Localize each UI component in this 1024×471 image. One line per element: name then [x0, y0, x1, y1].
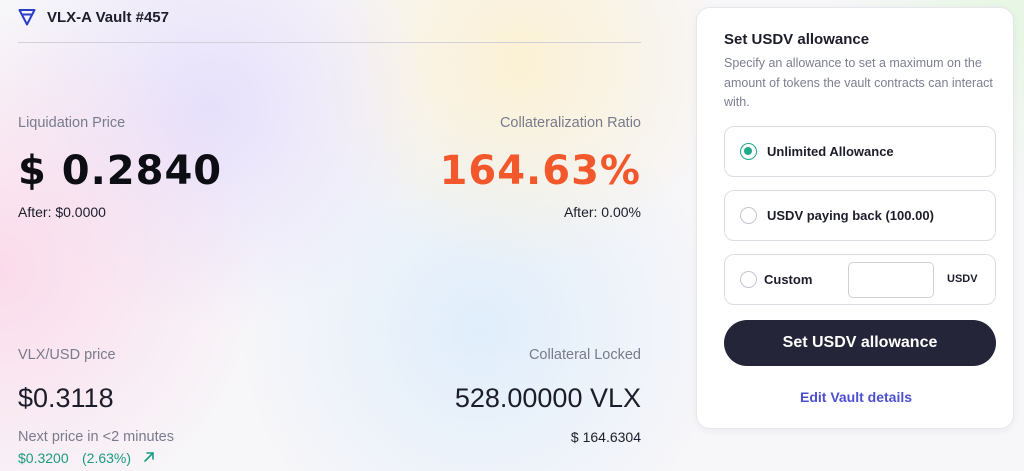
next-price-value: $0.3200: [18, 450, 69, 466]
option-custom[interactable]: Custom USDV: [724, 254, 996, 305]
collateralization-ratio-after: After: 0.00%: [563, 204, 641, 220]
next-price-label: Next price in <2 minutes: [18, 429, 174, 445]
radio-unlimited-allowance[interactable]: [740, 143, 757, 160]
next-price-change: (2.63%): [82, 450, 132, 466]
option-label: USDV paying back (100.00): [767, 208, 934, 223]
collateral-locked-label: Collateral Locked: [528, 347, 641, 363]
velas-triangle-logo-icon: [18, 9, 36, 26]
liquidation-price-label: Liquidation Price: [18, 115, 126, 131]
allowance-panel: Set USDV allowance Specify an allowance …: [696, 7, 1014, 429]
option-usdv-paying-back[interactable]: USDV paying back (100.00): [724, 190, 996, 241]
collateralization-ratio-label: Collateralization Ratio: [499, 115, 641, 131]
custom-unit-label: USDV: [947, 273, 978, 285]
vault-title: VLX-A Vault #457: [47, 9, 169, 26]
allowance-panel-title: Set USDV allowance: [724, 31, 870, 48]
collateral-locked-usd: $ 164.6304: [570, 429, 641, 445]
option-label: Custom: [764, 272, 813, 287]
vault-header: VLX-A Vault #457: [18, 8, 641, 43]
radio-usdv-paying-back[interactable]: [740, 207, 757, 224]
edit-vault-details-link[interactable]: Edit Vault details: [697, 389, 1015, 405]
arrow-up-right-icon: [144, 452, 154, 462]
liquidation-price-after: After: $0.0000: [18, 204, 106, 220]
option-label: Unlimited Allowance: [767, 144, 894, 159]
allowance-panel-description: Specify an allowance to set a maximum on…: [724, 56, 993, 109]
vlx-usd-price-value: $0.3118: [18, 383, 114, 413]
option-unlimited-allowance[interactable]: Unlimited Allowance: [724, 126, 996, 177]
collateral-locked-value: 528.00000 VLX: [454, 383, 641, 413]
radio-custom[interactable]: [740, 271, 757, 288]
liquidation-price-value: $ 0.2840: [18, 148, 223, 194]
set-usdv-allowance-button[interactable]: Set USDV allowance: [724, 320, 996, 366]
collateralization-ratio-value: 164.63%: [439, 148, 641, 194]
vlx-usd-price-label: VLX/USD price: [18, 347, 116, 363]
custom-allowance-input[interactable]: [848, 262, 934, 298]
